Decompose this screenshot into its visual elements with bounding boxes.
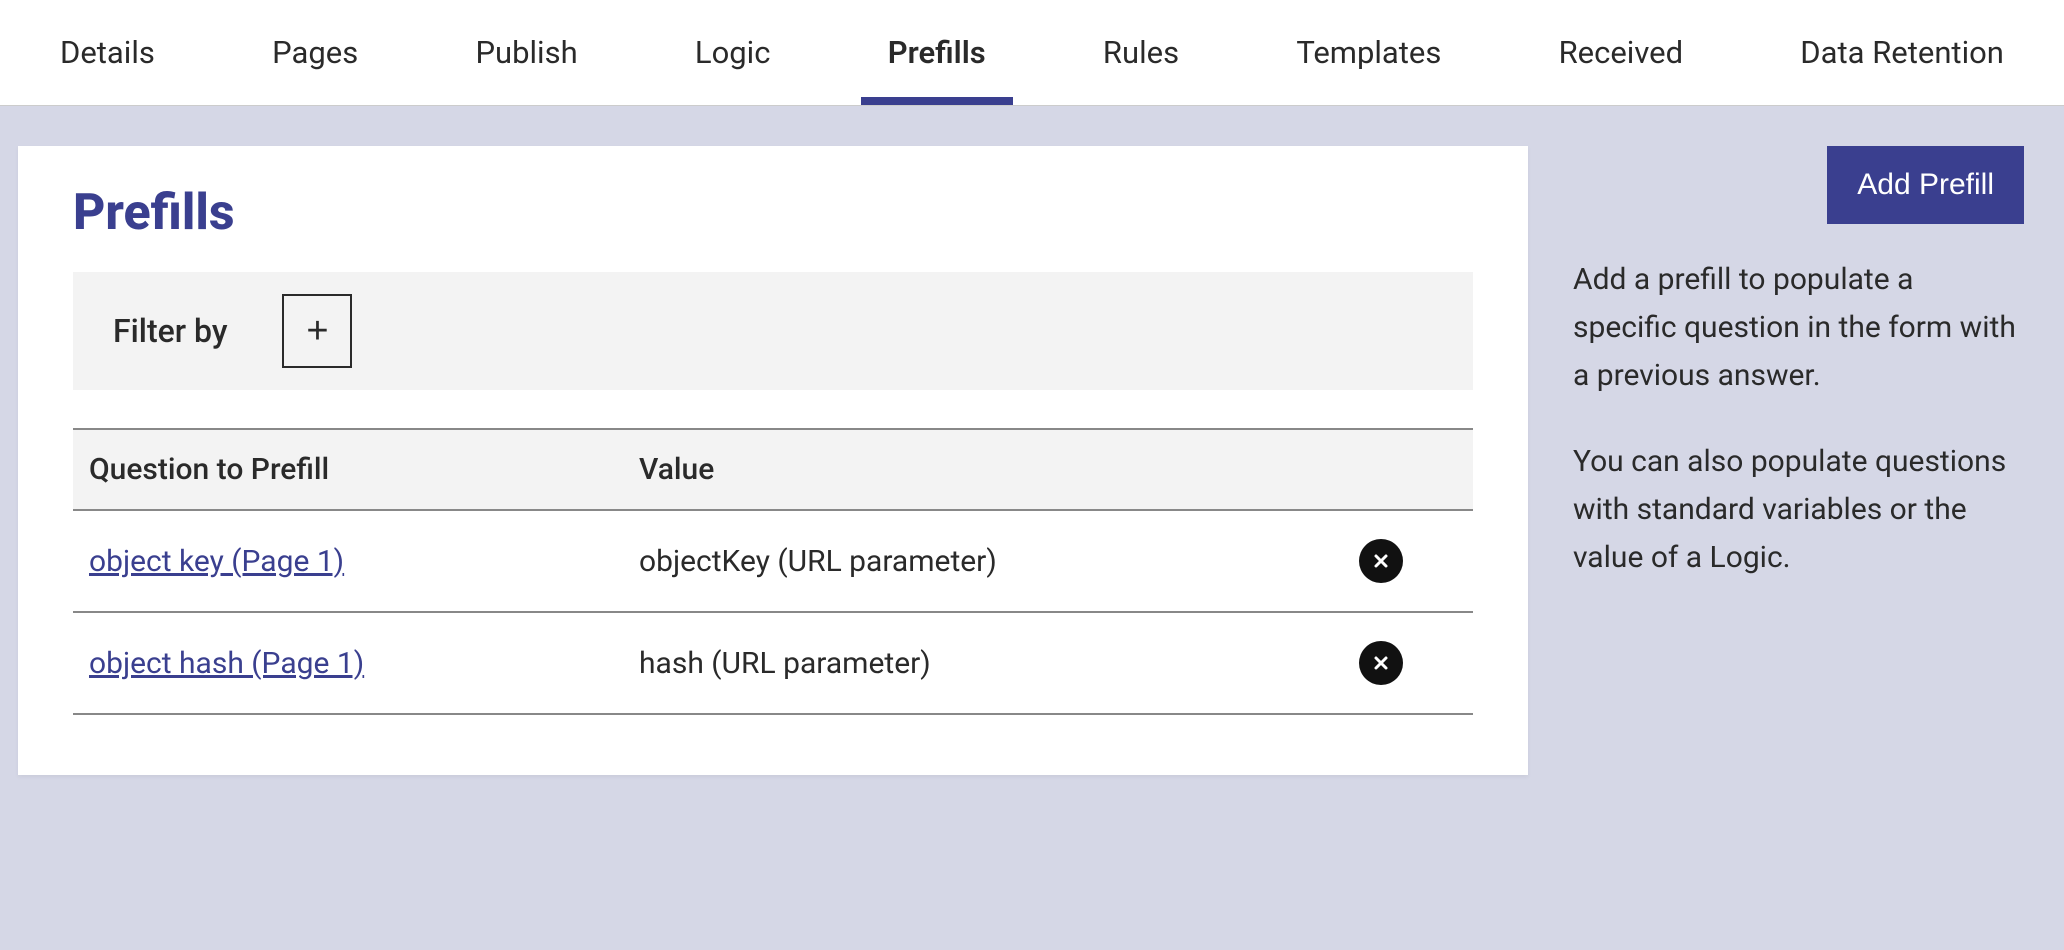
filter-bar: Filter by + [73, 272, 1473, 390]
prefill-question-link[interactable]: object hash (Page 1) [89, 646, 364, 681]
delete-prefill-button[interactable] [1359, 539, 1403, 583]
tab-rules[interactable]: Rules [1098, 0, 1184, 105]
delete-prefill-button[interactable] [1359, 641, 1403, 685]
close-icon [1373, 655, 1389, 671]
page-title: Prefills [73, 184, 1473, 242]
top-nav: Details Pages Publish Logic Prefills Rul… [0, 0, 2064, 106]
plus-icon: + [306, 310, 328, 353]
close-icon [1373, 553, 1389, 569]
tab-prefills[interactable]: Prefills [883, 0, 991, 105]
tab-received[interactable]: Received [1554, 0, 1688, 105]
tab-publish[interactable]: Publish [470, 0, 582, 105]
table-row: object key (Page 1) objectKey (URL param… [73, 510, 1473, 612]
prefills-panel: Prefills Filter by + Question to Prefill… [18, 146, 1528, 775]
column-header-actions [1260, 429, 1473, 510]
tab-logic[interactable]: Logic [690, 0, 776, 105]
tab-pages[interactable]: Pages [267, 0, 363, 105]
tab-data-retention[interactable]: Data Retention [1795, 0, 2009, 105]
prefill-question-link[interactable]: object key (Page 1) [89, 544, 344, 579]
table-row: object hash (Page 1) hash (URL parameter… [73, 612, 1473, 714]
add-prefill-button[interactable]: Add Prefill [1827, 146, 2024, 224]
prefill-value: objectKey (URL parameter) [623, 510, 1260, 612]
help-text-1: Add a prefill to populate a specific que… [1573, 256, 2024, 400]
column-header-value: Value [623, 429, 1260, 510]
help-text-2: You can also populate questions with sta… [1573, 438, 2024, 582]
prefill-value: hash (URL parameter) [623, 612, 1260, 714]
column-header-question: Question to Prefill [73, 429, 623, 510]
tab-details[interactable]: Details [55, 0, 160, 105]
prefills-table: Question to Prefill Value object key (Pa… [73, 428, 1473, 715]
add-filter-button[interactable]: + [282, 294, 352, 368]
side-panel: Add Prefill Add a prefill to populate a … [1528, 146, 2064, 620]
tab-templates[interactable]: Templates [1291, 0, 1446, 105]
filter-label: Filter by [113, 312, 227, 350]
